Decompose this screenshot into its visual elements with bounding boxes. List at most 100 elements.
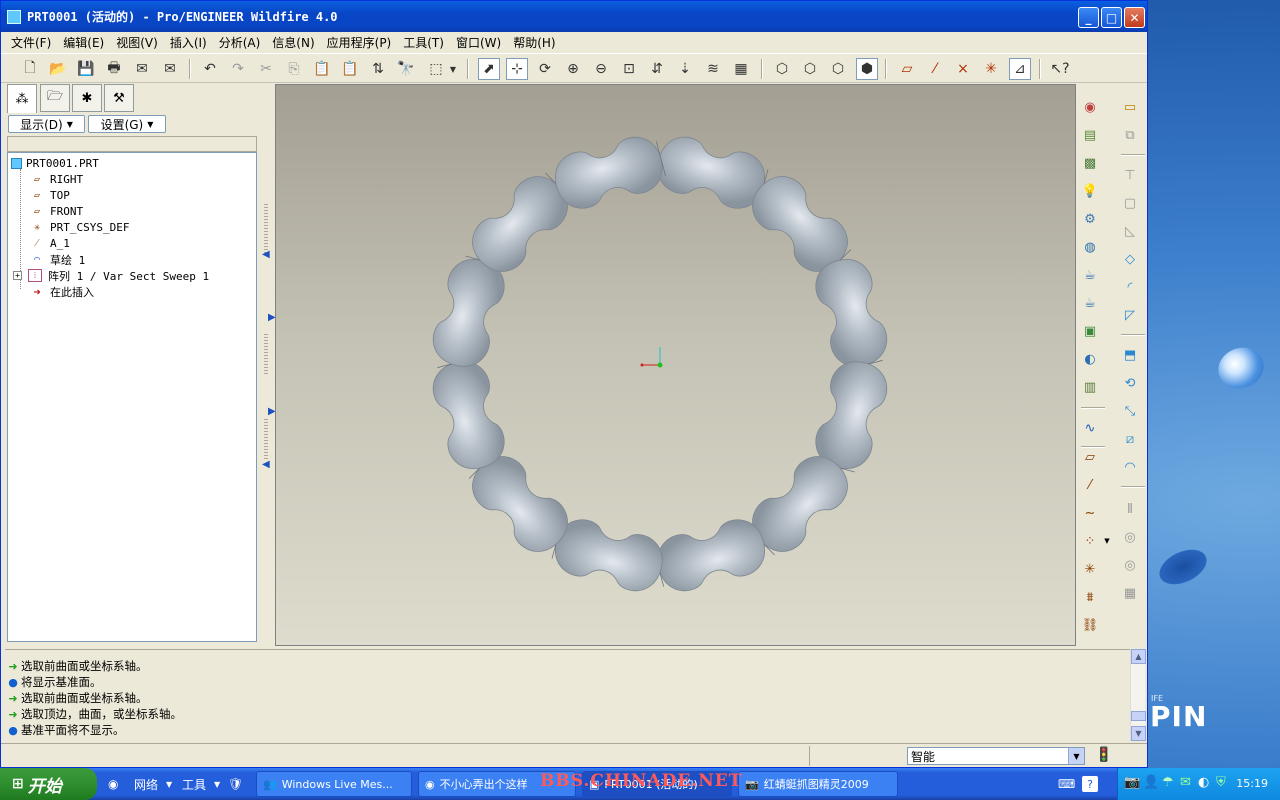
room-editor-icon[interactable]: ⚙ [1079,208,1101,230]
hole-icon[interactable]: ⊤ [1119,164,1141,186]
task-windows-live[interactable]: 👥 Windows Live Mes... [256,771,412,797]
keyboard-icon[interactable]: ⌨ [1058,772,1075,796]
new-file-icon[interactable]: 🗋 [19,58,41,80]
refit-icon[interactable]: ⊡ [618,58,640,80]
ring-segment[interactable] [810,253,893,372]
repaint-icon[interactable]: ⬈ [478,58,500,80]
light-bulb-icon[interactable]: 💡 [1079,180,1101,202]
sweep-icon[interactable]: ⤡ [1119,400,1141,422]
tree-item-right[interactable]: ▱ RIGHT [30,172,83,187]
ie-icon[interactable]: ◉ [108,772,118,796]
antivirus-tray-icon[interactable]: ◐ [1198,775,1209,790]
network-toolbar[interactable]: 网络 ▼ [134,772,172,796]
shading-icon[interactable]: ⬢ [856,58,878,80]
decal-icon[interactable]: ▣ [1079,320,1101,342]
datum-planes-toggle-icon[interactable]: ▱ [896,58,918,80]
revolve-icon[interactable]: ⟲ [1119,372,1141,394]
connections-tab-icon[interactable]: ⚒ [104,84,134,112]
tree-item-insert-here[interactable]: ➜ 在此插入 [30,284,94,299]
no-hidden-icon[interactable]: ⬡ [827,58,849,80]
favorites-tab-icon[interactable]: ✱ [72,84,102,112]
orient-mode-icon[interactable]: ⟳ [534,58,556,80]
plane-tool-icon[interactable]: ▱ [1079,446,1101,468]
paste-icon[interactable]: 📋 [311,58,333,80]
user-tray-icon[interactable]: 👤 [1143,775,1159,790]
sketch-tool-icon[interactable]: ∿ [1079,417,1101,439]
axis-tool-icon[interactable]: ⁄ [1079,474,1101,496]
menu-help[interactable]: 帮助(H) [507,34,561,51]
network-tray-icon[interactable]: ☂ [1162,775,1174,790]
print-icon[interactable]: 🖶 [103,58,125,80]
environment-icon[interactable]: ◍ [1079,236,1101,258]
photo-icon[interactable]: ▥ [1079,376,1101,398]
point-tool-icon[interactable]: ⁘ [1079,530,1101,552]
analysis-tool-icon[interactable]: ⩩ [1079,586,1101,608]
model-tree-tab-icon[interactable]: ⁂ [7,84,37,113]
cut-icon[interactable]: ✂ [255,58,277,80]
panel-splitter[interactable]: ◀ ▶ ▶ ◀ [260,84,276,644]
mail-tray-icon[interactable]: ✉ [1180,775,1191,790]
menu-insert[interactable]: 插入(I) [164,34,213,51]
datum-points-toggle-icon[interactable]: × [952,58,974,80]
csys-tool-icon[interactable]: ✳ [1079,558,1101,580]
scroll-up-icon[interactable]: ▲ [1131,649,1146,664]
datum-axes-toggle-icon[interactable]: ⁄ [924,58,946,80]
blend-icon[interactable]: ⧄ [1119,428,1141,450]
redo-icon[interactable]: ↷ [227,58,249,80]
menu-tools[interactable]: 工具(T) [397,34,450,51]
trim-icon[interactable]: ◎ [1119,554,1141,576]
menu-analysis[interactable]: 分析(A) [213,34,267,51]
spin-center-icon[interactable]: ⊹ [506,58,528,80]
help-icon[interactable]: ? [1082,776,1098,792]
undo-icon[interactable]: ↶ [199,58,221,80]
tree-item-sketch[interactable]: ⌒ 草绘 1 [30,252,85,267]
menu-file[interactable]: 文件(F) [5,34,57,51]
camera-tray-icon[interactable]: 📷 [1124,775,1140,790]
zoom-out-icon[interactable]: ⊖ [590,58,612,80]
boundary-icon[interactable]: ◠ [1119,456,1141,478]
selection-dropdown-icon[interactable]: ▼ [447,58,459,80]
chamfer-icon[interactable]: ◸ [1119,304,1141,326]
zoom-in-icon[interactable]: ⊕ [562,58,584,80]
show-dropdown[interactable]: 显示(D) ▼ [8,115,85,133]
curve-tool-icon[interactable]: ∼ [1079,502,1101,524]
find-icon[interactable]: 🔭 [395,58,417,80]
ring-segment[interactable] [652,514,771,597]
menu-applications[interactable]: 应用程序(P) [321,34,398,51]
shield-tray-icon[interactable]: ⛨ [1216,775,1226,790]
maximize-button[interactable]: □ [1101,7,1122,28]
render-setup-icon[interactable]: ◐ [1079,348,1101,370]
start-button[interactable]: ⊞ 开始 [0,768,97,800]
ring-segment[interactable] [427,356,510,475]
layers-icon[interactable]: ≋ [702,58,724,80]
annotation-toggle-icon[interactable]: ⊿ [1009,58,1031,80]
menu-window[interactable]: 窗口(W) [450,34,507,51]
round-icon[interactable]: ◜ [1119,276,1141,298]
texture-icon[interactable]: ▩ [1079,152,1101,174]
pattern-tool-icon[interactable]: ▦ [1119,582,1141,604]
traffic-light-icon[interactable]: 🚦 [1095,747,1112,763]
context-help-icon[interactable]: ↖? [1049,58,1071,80]
mail-attach-icon[interactable]: ✉ [159,58,181,80]
tree-item-csys[interactable]: ✳ PRT_CSYS_DEF [30,220,130,235]
copy-tool-icon[interactable]: ⧉ [1119,124,1141,146]
tree-item-front[interactable]: ▱ FRONT [30,204,83,219]
scroll-down-icon[interactable]: ▼ [1131,726,1146,741]
close-button[interactable]: ✕ [1124,7,1145,28]
wireframe-icon[interactable]: ⬡ [771,58,793,80]
paste-special-icon[interactable]: 📋 [339,58,361,80]
regenerate-icon[interactable]: ⇅ [367,58,389,80]
tools-toolbar[interactable]: 工具 ▼ [182,772,220,796]
save-icon[interactable]: 💾 [75,58,97,80]
message-scrollbar[interactable]: ▲ ▼ [1130,649,1146,741]
chain-icon[interactable]: ⛓ [1079,614,1101,636]
minimize-button[interactable]: _ [1078,7,1099,28]
menu-edit[interactable]: 编辑(E) [57,34,110,51]
collapse-arrow-icon[interactable]: ◀ [262,249,270,260]
reorient-icon[interactable]: ⇵ [646,58,668,80]
render-window-icon[interactable]: ☕ [1079,292,1101,314]
merge-icon[interactable]: ◎ [1119,526,1141,548]
settings-dropdown[interactable]: 设置(G) ▼ [88,115,166,133]
send-mail-icon[interactable]: ✉ [131,58,153,80]
ring-segment[interactable] [549,131,668,214]
